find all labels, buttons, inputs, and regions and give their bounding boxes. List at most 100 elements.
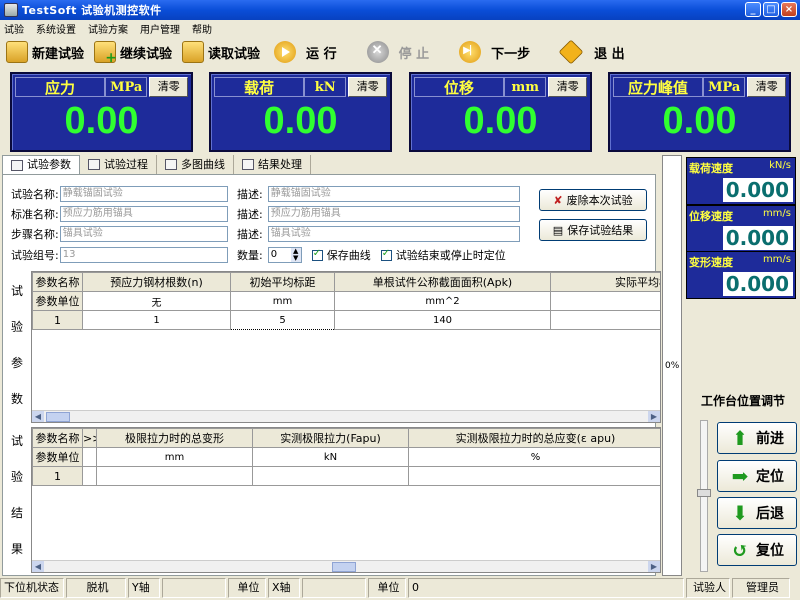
window-title: TestSoft 试验机测控软件 bbox=[22, 4, 162, 17]
displacement-speed-display: 位移速度 mm/s 0.000 bbox=[686, 205, 796, 253]
tab-multi-curve[interactable]: 多图曲线 bbox=[157, 155, 234, 174]
continue-test-button[interactable]: 继续试验 bbox=[94, 38, 172, 66]
test-name-field[interactable]: 静载锚固试验 bbox=[59, 186, 228, 202]
app-icon bbox=[4, 3, 18, 17]
discard-icon: ✘ bbox=[553, 193, 563, 207]
stop-icon bbox=[366, 41, 389, 63]
backward-button[interactable]: ⬇ 后退 bbox=[717, 497, 797, 529]
reset-button[interactable]: ↺ 复位 bbox=[717, 534, 797, 566]
status-value: 0 bbox=[408, 578, 684, 598]
plc-status-label: 下位机状态 bbox=[0, 578, 64, 598]
minimize-button[interactable]: _ bbox=[745, 2, 761, 17]
reset-icon: ↺ bbox=[731, 538, 749, 562]
y-axis-value bbox=[162, 578, 226, 598]
stress-gauge: 应力 MPa 清零 0.00 bbox=[10, 72, 193, 152]
group-label: 试验组号: bbox=[11, 249, 59, 262]
standard-field[interactable]: 预应力筋用锚具 bbox=[59, 206, 228, 222]
load-test-button[interactable]: 读取试验 bbox=[182, 38, 260, 66]
peak-stress-clear-button[interactable]: 清零 bbox=[747, 77, 786, 97]
results-section-label: 试 验 结 果 bbox=[10, 434, 23, 556]
tab-test-params[interactable]: 试验参数 bbox=[2, 155, 80, 174]
load-clear-button[interactable]: 清零 bbox=[348, 77, 387, 97]
arrow-right-icon: ➡ bbox=[731, 464, 749, 488]
spinner-arrows-icon[interactable]: ▲ ▼ bbox=[290, 248, 301, 262]
table-cell[interactable]: 140 bbox=[334, 310, 551, 330]
gauge-name: 载荷 bbox=[214, 77, 304, 97]
tab-result-processing[interactable]: 结果处理 bbox=[234, 155, 311, 174]
menu-test[interactable]: 试验 bbox=[4, 21, 24, 36]
params-hscrollbar[interactable]: ◀ ▶ bbox=[32, 410, 660, 422]
position-adjust-title: 工作台位置调节 bbox=[700, 394, 785, 408]
table-cell-selected[interactable]: 5 bbox=[230, 310, 335, 330]
results-grid: 参数名称 >> 极限拉力时的总变形 实测极限拉力(Fapu) 实测极限拉力时的总… bbox=[31, 427, 661, 573]
next-step-button[interactable]: 下一步 bbox=[459, 38, 530, 66]
table-cell[interactable]: 1 bbox=[82, 310, 231, 330]
x-axis-value bbox=[302, 578, 366, 598]
tab-bar: 试验参数 试验过程 多图曲线 结果处理 bbox=[2, 155, 311, 174]
displacement-gauge: 位移 mm 清零 0.00 bbox=[409, 72, 592, 152]
grid-header: 实测极限拉力(Fapu) bbox=[252, 428, 409, 448]
grid-header: 极限拉力时的总变形 bbox=[96, 428, 253, 448]
scroll-right-icon[interactable]: ▶ bbox=[648, 561, 660, 572]
position-slider[interactable] bbox=[697, 420, 711, 572]
gauge-value: 0.00 bbox=[64, 100, 139, 142]
scroll-thumb[interactable] bbox=[46, 412, 70, 422]
discard-test-button[interactable]: ✘ 废除本次试验 bbox=[539, 189, 647, 211]
results-hscrollbar[interactable]: ◀ ▶ bbox=[32, 560, 660, 572]
gauge-name: 应力峰值 bbox=[613, 77, 703, 97]
chart-icon bbox=[88, 159, 100, 170]
gauge-value: 0.00 bbox=[662, 100, 737, 142]
peak-stress-gauge: 应力峰值 MPa 清零 0.00 bbox=[608, 72, 791, 152]
curve-icon bbox=[165, 159, 177, 170]
grid-header: 单根试件公称截面面积(Apk) bbox=[334, 272, 551, 292]
plc-status-value: 脱机 bbox=[66, 578, 126, 598]
grid-header: 预应力钢材根数(n) bbox=[82, 272, 231, 292]
scroll-right-icon[interactable]: ▶ bbox=[648, 411, 660, 422]
scroll-thumb[interactable] bbox=[332, 562, 356, 572]
grid-header: 实际平均极限抗 bbox=[550, 272, 660, 292]
group-field[interactable]: 13 bbox=[59, 247, 228, 263]
menu-user-management[interactable]: 用户管理 bbox=[140, 21, 180, 36]
load-speed-display: 载荷速度 kN/s 0.000 bbox=[686, 157, 796, 205]
exit-button[interactable]: 退 出 bbox=[558, 38, 625, 66]
progress-bar: 0% bbox=[662, 155, 682, 576]
stress-clear-button[interactable]: 清零 bbox=[149, 77, 188, 97]
menu-help[interactable]: 帮助 bbox=[192, 21, 212, 36]
stop-button[interactable]: 停 止 bbox=[366, 38, 429, 66]
displacement-clear-button[interactable]: 清零 bbox=[548, 77, 587, 97]
run-button[interactable]: 运 行 bbox=[274, 38, 337, 66]
x-axis-label: X轴 bbox=[268, 578, 300, 598]
play-icon bbox=[274, 41, 297, 63]
auto-position-checkbox[interactable] bbox=[380, 248, 392, 261]
table-cell[interactable]: 271 bbox=[550, 310, 660, 330]
close-button[interactable]: × bbox=[781, 2, 797, 17]
table-row: 1 1 5 140 271 bbox=[32, 310, 660, 330]
save-curve-checkbox[interactable] bbox=[311, 248, 323, 261]
auto-position-label: 试验结束或停止时定位 bbox=[395, 249, 506, 262]
grid-header: 初始平均标距 bbox=[230, 272, 335, 292]
maximize-button[interactable]: □ bbox=[763, 2, 779, 17]
qty-spinner[interactable]: 0 ▲ ▼ bbox=[267, 247, 302, 263]
menu-test-plan[interactable]: 试验方案 bbox=[88, 21, 128, 36]
tester-value: 管理员 bbox=[732, 578, 790, 598]
save-result-button[interactable]: ▤ 保存试验结果 bbox=[539, 219, 647, 241]
gauge-unit: MPa bbox=[703, 77, 746, 97]
menu-system-settings[interactable]: 系统设置 bbox=[36, 21, 76, 36]
step-field[interactable]: 锚具试验 bbox=[59, 226, 228, 242]
tab-test-process[interactable]: 试验过程 bbox=[80, 155, 157, 174]
scroll-left-icon[interactable]: ◀ bbox=[32, 411, 44, 422]
test-name-label: 试验名称: bbox=[11, 188, 59, 201]
desc1-field[interactable]: 静载锚固试验 bbox=[267, 186, 520, 202]
slider-knob[interactable] bbox=[697, 489, 711, 497]
gauge-unit: kN bbox=[304, 77, 347, 97]
unit-row: 参数单位 无 mm mm^2 kN bbox=[32, 291, 660, 311]
desc3-field[interactable]: 锚具试验 bbox=[267, 226, 520, 242]
desc2-field[interactable]: 预应力筋用锚具 bbox=[267, 206, 520, 222]
locate-button[interactable]: ➡ 定位 bbox=[717, 460, 797, 492]
forward-button[interactable]: ⬆ 前进 bbox=[717, 422, 797, 454]
new-test-button[interactable]: 新建试验 bbox=[6, 38, 84, 66]
expand-button[interactable]: >> bbox=[82, 428, 97, 448]
grid-header: 参数名称 bbox=[32, 272, 83, 292]
scroll-left-icon[interactable]: ◀ bbox=[32, 561, 44, 572]
y-axis-label: Y轴 bbox=[128, 578, 160, 598]
